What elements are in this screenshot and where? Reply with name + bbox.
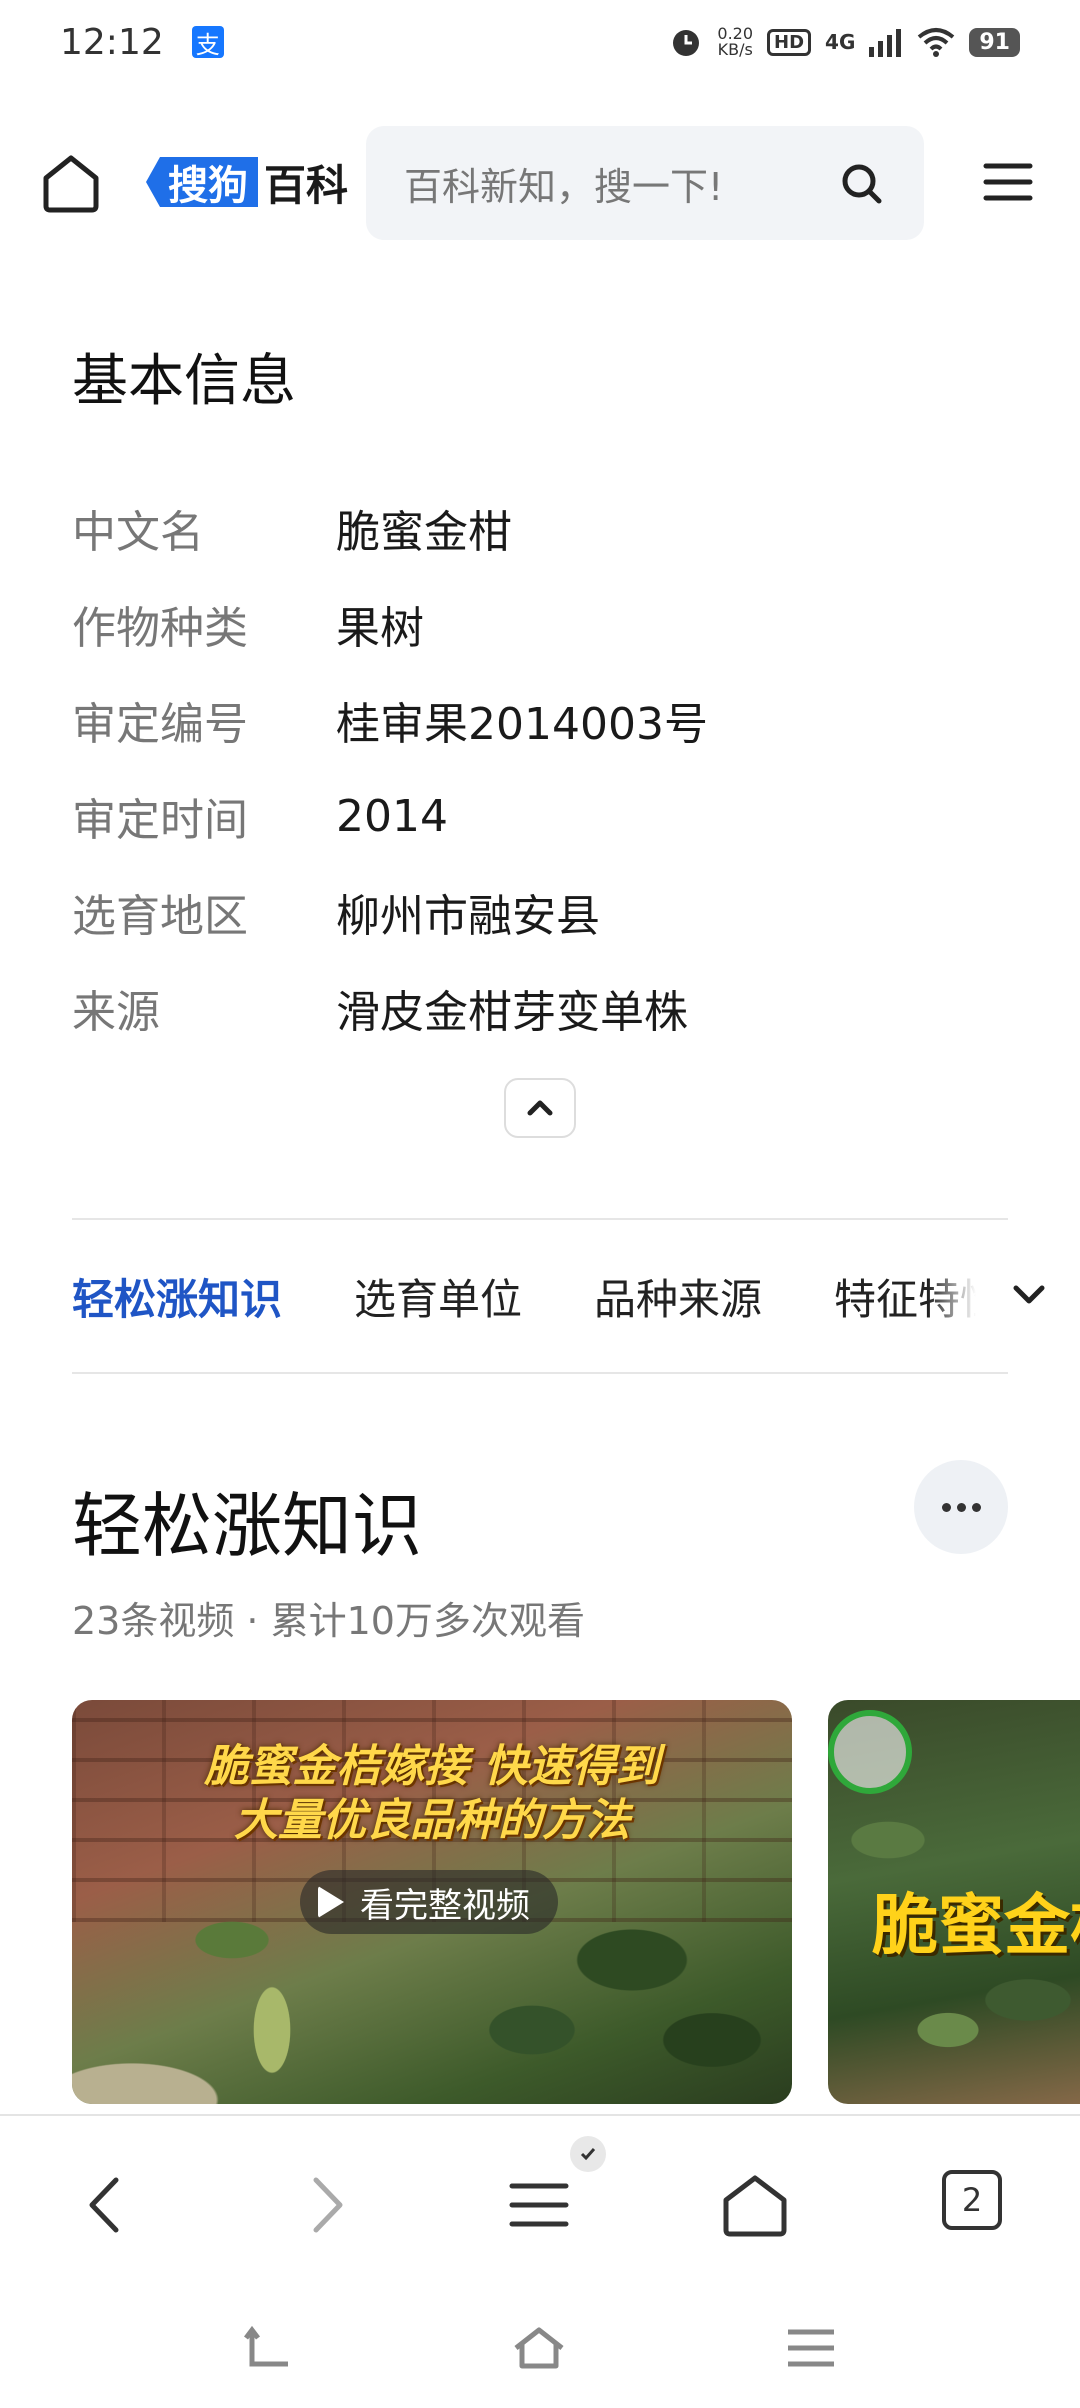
signal-icon xyxy=(869,29,902,57)
site-logo[interactable]: 搜狗 百科 xyxy=(146,154,348,210)
video-card[interactable]: 脆蜜金桔嫁接 快速得到 大量优良品种的方法 看完整视频 xyxy=(72,1700,792,2104)
brand-baike: 百科 xyxy=(264,160,349,210)
search-placeholder: 百科新知，搜一下! xyxy=(404,164,724,209)
brand-sogou: 搜狗 xyxy=(146,157,258,207)
info-key: 作物种类 xyxy=(72,603,248,654)
info-key: 审定编号 xyxy=(72,699,248,750)
video-caption-line1: 脆蜜金桔嫁接 快速得到 xyxy=(204,1741,660,1792)
info-key: 来源 xyxy=(72,987,160,1038)
status-icons: 0.20 KB/s HD 4G 91 xyxy=(669,25,1020,59)
info-value: 滑皮金柑芽变单株 xyxy=(336,987,688,1038)
home-icon[interactable] xyxy=(720,2170,790,2240)
info-row: 作物种类 果树 xyxy=(72,576,1012,672)
net-speed: 0.20 KB/s xyxy=(717,26,753,58)
tab-knowledge[interactable]: 轻松涨知识 xyxy=(72,1266,282,1327)
video-card[interactable]: 脆蜜金柑 xyxy=(828,1700,1080,2104)
system-back-icon[interactable] xyxy=(242,2324,296,2372)
basic-info-table: 中文名 脆蜜金柑 作物种类 果树 审定编号 桂审果2014003号 审定时间 2… xyxy=(72,480,1012,1056)
knowledge-title: 轻松涨知识 xyxy=(72,1485,422,1567)
browser-bottom-nav: 2 xyxy=(0,2114,1080,2284)
net-speed-unit: KB/s xyxy=(717,40,753,59)
alarm-icon xyxy=(673,30,700,56)
more-options-button[interactable] xyxy=(914,1460,1008,1554)
tabs-fade xyxy=(928,1220,1008,1372)
collapse-button[interactable] xyxy=(504,1078,576,1138)
tab-count-button[interactable]: 2 xyxy=(942,2170,1002,2230)
watch-full-video-button[interactable]: 看完整视频 xyxy=(300,1870,558,1934)
chevron-down-icon[interactable] xyxy=(1004,1270,1054,1320)
tab-variety-source[interactable]: 品种来源 xyxy=(594,1266,762,1327)
info-row: 来源 滑皮金柑芽变单株 xyxy=(72,960,1012,1056)
info-row: 中文名 脆蜜金柑 xyxy=(72,480,1012,576)
info-value: 柳州市融安县 xyxy=(336,891,600,942)
system-nav-bar xyxy=(0,2284,1080,2408)
play-icon xyxy=(318,1886,344,1918)
section-tabs: 轻松涨知识 选育单位 品种来源 特征特性 xyxy=(72,1218,1008,1374)
tab-breeding-unit[interactable]: 选育单位 xyxy=(354,1266,522,1327)
info-key: 中文名 xyxy=(72,507,204,558)
info-row: 审定编号 桂审果2014003号 xyxy=(72,672,1012,768)
check-badge-icon xyxy=(570,2136,606,2172)
info-value: 果树 xyxy=(336,603,424,654)
battery-indicator: 91 xyxy=(969,27,1020,57)
basic-info-title: 基本信息 xyxy=(72,349,296,414)
search-icon[interactable] xyxy=(840,162,884,206)
channel-logo-icon xyxy=(828,1710,912,1794)
info-value: 桂审果2014003号 xyxy=(336,699,708,750)
info-row: 审定时间 2014 xyxy=(72,768,1012,864)
forward-icon[interactable] xyxy=(290,2170,360,2240)
info-key: 审定时间 xyxy=(72,795,248,846)
status-bar: 12:12 支 0.20 KB/s HD 4G 91 xyxy=(0,0,1080,84)
knowledge-meta: 23条视频 · 累计10万多次观看 xyxy=(72,1599,585,1643)
info-value: 脆蜜金柑 xyxy=(336,507,512,558)
dot xyxy=(956,1502,966,1512)
info-value: 2014 xyxy=(336,790,448,842)
menu-list-icon[interactable] xyxy=(504,2170,574,2240)
site-header: 搜狗 百科 百科新知，搜一下! xyxy=(0,124,1080,240)
back-icon[interactable] xyxy=(72,2170,142,2240)
info-key: 选育地区 xyxy=(72,891,248,942)
network-type: 4G xyxy=(825,30,856,54)
video-caption: 脆蜜金柑 xyxy=(872,1887,1080,1964)
video-caption-line2: 大量优良品种的方法 xyxy=(234,1795,630,1846)
alipay-notification-icon: 支 xyxy=(191,26,224,59)
home-icon[interactable] xyxy=(40,152,102,214)
menu-icon[interactable] xyxy=(980,154,1036,210)
hd-badge: HD xyxy=(767,28,812,56)
system-home-icon[interactable] xyxy=(512,2324,566,2372)
play-label: 看完整视频 xyxy=(360,1885,530,1926)
info-row: 选育地区 柳州市融安县 xyxy=(72,864,1012,960)
dot xyxy=(971,1502,981,1512)
system-menu-icon[interactable] xyxy=(784,2324,838,2372)
search-input[interactable]: 百科新知，搜一下! xyxy=(366,126,924,240)
wifi-icon xyxy=(918,28,955,57)
status-time: 12:12 xyxy=(60,21,164,63)
dot xyxy=(941,1502,951,1512)
chevron-up-icon xyxy=(527,1100,553,1116)
